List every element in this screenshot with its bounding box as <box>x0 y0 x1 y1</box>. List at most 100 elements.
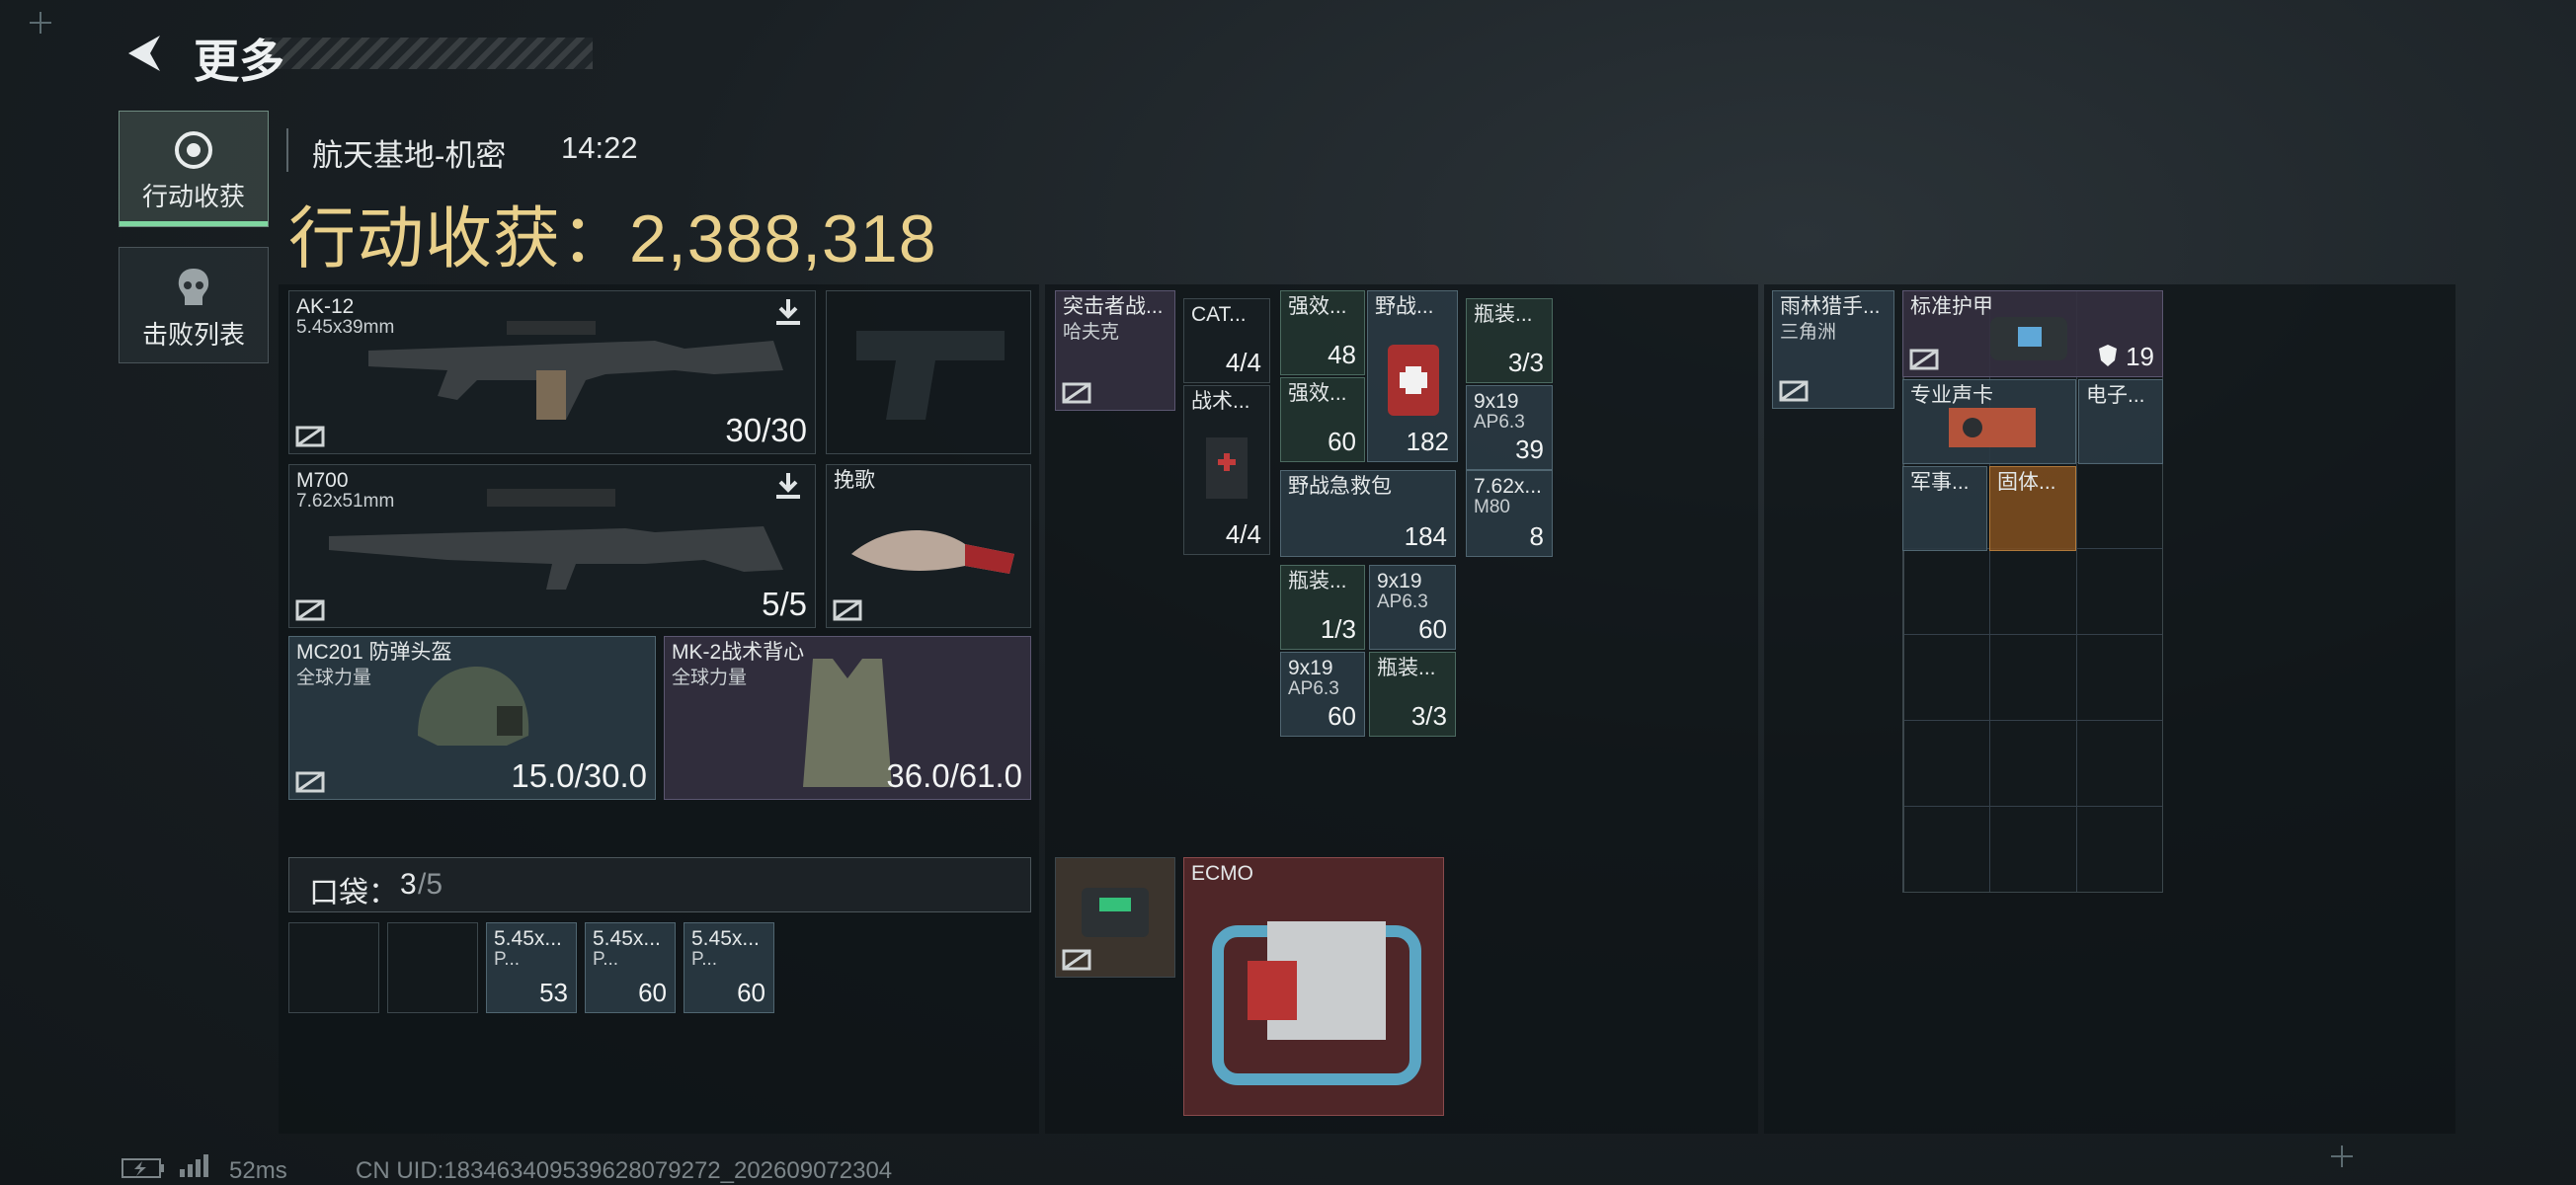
rig-name: 突击者战... <box>1063 295 1164 318</box>
ammo-slot[interactable]: 9x19 AP6.3 60 <box>1369 565 1456 650</box>
pocket-capacity: /5 <box>418 868 443 901</box>
ammo-type: P... <box>691 949 718 970</box>
title-hatch-decoration <box>265 38 593 69</box>
pocket-ammo-slot[interactable]: 5.45x... P... 60 <box>585 922 676 1013</box>
item-name: ECMO <box>1191 862 1253 885</box>
field-first-aid-slot[interactable]: 野战急救包 184 <box>1280 470 1456 557</box>
tactical-item-slot[interactable]: 战术... 4/4 <box>1183 385 1270 555</box>
tourniquet-slot[interactable]: CAT... 4/4 <box>1183 298 1270 383</box>
field-kit-slot[interactable]: 野战... 182 <box>1367 290 1458 462</box>
unavailable-icon <box>1779 380 1809 402</box>
pocket-ammo-slot[interactable]: 5.45x... P... 60 <box>684 922 774 1013</box>
uid-text: CN UID:1834634095396280792​72_2026090723… <box>356 1157 893 1184</box>
rig-faction: 哈夫克 <box>1063 322 1120 343</box>
bottle-slot[interactable]: 瓶装... 3/3 <box>1466 298 1553 383</box>
ammo-name: 9x19 <box>1288 657 1333 679</box>
tab-loot[interactable]: 行动收获 <box>119 111 269 227</box>
item-name: 野战急救包 <box>1288 475 1392 498</box>
weapon-slot-secondary[interactable]: M700 7.62x51mm 5/5 <box>288 464 816 628</box>
item-name: 战术... <box>1191 390 1250 413</box>
ammo-qty: 39 <box>1515 434 1544 464</box>
ammo-name: 5.45x... <box>593 927 661 950</box>
sound-card-slot[interactable]: 专业声卡 <box>1902 379 2076 464</box>
helmet-slot[interactable]: MC201 防弹头盔 全球力量 15.0/30.0 <box>288 636 656 800</box>
item-name: 强效... <box>1288 295 1347 318</box>
loot-icon <box>175 131 212 169</box>
melee-name: 挽歌 <box>834 469 875 492</box>
chest-rig-slot[interactable]: 突击者战... 哈夫克 <box>1055 290 1175 411</box>
armor-class: 19 <box>2126 342 2154 371</box>
pocket-slot-empty[interactable] <box>387 922 478 1013</box>
unavailable-icon <box>295 426 325 447</box>
ammo-slot[interactable]: 9x19 AP6.3 60 <box>1280 652 1365 737</box>
stim-slot[interactable]: 强效... 60 <box>1280 377 1365 462</box>
pocket-header: 口袋： 3 /5 <box>288 857 1031 912</box>
signal-icon <box>180 1154 208 1177</box>
knife-icon <box>851 530 1014 574</box>
ammo-qty: 53 <box>539 978 568 1007</box>
ping-text: 52ms <box>229 1157 287 1184</box>
tab-kill-list-label: 击败列表 <box>141 320 245 350</box>
weapon-slot-primary[interactable]: AK-12 5.45x39mm 30/30 <box>288 290 816 454</box>
pocket-ammo-slot[interactable]: 5.45x... P... 53 <box>486 922 577 1013</box>
weapon-ammo: 5/5 <box>762 586 807 622</box>
ecmo-slot[interactable]: ECMO <box>1183 857 1444 1116</box>
shield-icon <box>2099 345 2117 366</box>
pistol-silhouette-icon <box>856 331 1005 420</box>
pocket-label: 口袋： <box>309 877 398 909</box>
unavailable-icon <box>295 599 325 621</box>
backpack-icon <box>1990 317 2067 360</box>
item-qty: 60 <box>1328 427 1356 456</box>
ammo-type: P... <box>593 949 619 970</box>
item-name: 固体... <box>1997 471 2056 494</box>
ammo-slot[interactable]: 7.62x... M80 8 <box>1466 470 1553 557</box>
stash-item-slot[interactable]: 雨林猎手... 三角洲 <box>1772 290 1894 409</box>
unavailable-icon <box>1062 949 1091 971</box>
item-faction: 三角洲 <box>1780 322 1837 343</box>
ammo-slot[interactable]: 9x19 AP6.3 39 <box>1466 385 1553 470</box>
bottle-slot[interactable]: 瓶装... 1/3 <box>1280 565 1365 650</box>
ammo-name: 5.45x... <box>494 927 562 950</box>
armor-name: MK-2战术背心 <box>672 641 805 664</box>
item-qty: 4/4 <box>1225 348 1261 377</box>
weapon-slot-pistol[interactable] <box>826 290 1031 454</box>
unavailable-icon <box>1909 349 1939 370</box>
armor-item-slot[interactable]: 标准护甲 19 <box>1902 290 2163 377</box>
bottle-slot[interactable]: 瓶装... 3/3 <box>1369 652 1456 737</box>
item-qty: 184 <box>1404 521 1447 551</box>
ammo-qty: 60 <box>1328 701 1356 731</box>
battery-slot[interactable] <box>1055 857 1175 978</box>
helmet-faction: 全球力量 <box>296 668 372 688</box>
sound-card-icon <box>1949 408 2036 447</box>
armor-slot[interactable]: MK-2战术背心 全球力量 36.0/61.0 <box>664 636 1031 800</box>
skull-icon <box>178 269 209 305</box>
tab-kill-list[interactable]: 击败列表 <box>119 247 269 363</box>
loot-value: 行动收获：2,388,318 <box>288 201 937 276</box>
download-icon[interactable] <box>773 297 803 327</box>
back-arrow-icon[interactable] <box>121 30 164 77</box>
melee-slot[interactable]: 挽歌 <box>826 464 1031 628</box>
pocket-slot-empty[interactable] <box>288 922 379 1013</box>
pocket-count: 3 <box>400 868 417 901</box>
ammo-type: AP6.3 <box>1474 412 1525 433</box>
item-name: 瓶装... <box>1288 570 1347 592</box>
download-icon[interactable] <box>773 471 803 501</box>
solid-fuel-slot[interactable]: 固体... <box>1989 466 2076 551</box>
item-name: 电子... <box>2086 384 2145 407</box>
tab-loot-label: 行动收获 <box>141 182 245 211</box>
item-name: 强效... <box>1288 382 1347 405</box>
ammo-type: AP6.3 <box>1377 592 1428 612</box>
unavailable-icon <box>1062 382 1091 404</box>
military-item-slot[interactable]: 军事... <box>1902 466 1987 551</box>
map-name: 航天基地-机密 <box>312 138 507 173</box>
battery-status-icon <box>121 1158 164 1178</box>
item-name: 瓶装... <box>1377 657 1436 679</box>
item-qty: 3/3 <box>1410 701 1447 731</box>
ammo-qty: 60 <box>1418 614 1447 644</box>
item-qty: 1/3 <box>1320 614 1356 644</box>
ammo-type: P... <box>494 949 521 970</box>
corner-cross-icon <box>30 12 51 34</box>
electronics-slot[interactable]: 电子... <box>2078 379 2163 464</box>
weapon-name: AK-12 <box>296 295 355 318</box>
stim-slot[interactable]: 强效... 48 <box>1280 290 1365 375</box>
